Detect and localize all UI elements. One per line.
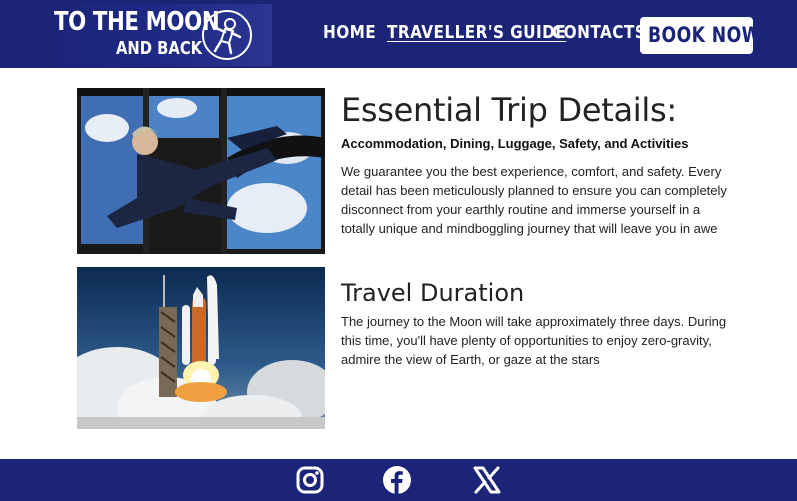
- astronaut-cupola-image: [77, 88, 325, 254]
- site-header: TO THE MOON AND BACK HOME TRAVELLER'S GU…: [0, 0, 797, 68]
- x-icon[interactable]: [472, 465, 502, 495]
- section-subtitle: Accommodation, Dining, Luggage, Safety, …: [341, 136, 689, 151]
- text-line: disconnect from your earthly routine and…: [341, 202, 701, 217]
- logo-title: TO THE MOON: [54, 7, 220, 37]
- text-line: detail has been meticulously planned to …: [341, 183, 727, 198]
- site-footer: [0, 459, 797, 501]
- text-line: The journey to the Moon will take approx…: [341, 314, 727, 329]
- section-body-travel-duration: The journey to the Moon will take approx…: [341, 312, 741, 369]
- astronaut-icon: [202, 10, 252, 60]
- instagram-icon[interactable]: [295, 465, 325, 495]
- section-title-travel-duration: Travel Duration: [341, 279, 525, 307]
- text-line: totally unique and mindboggling journey …: [341, 221, 718, 236]
- nav-travellers-guide[interactable]: TRAVELLER'S GUIDE: [387, 22, 566, 43]
- text-line: this time, you'll have plenty of opportu…: [341, 333, 712, 348]
- text-line: admire the view of Earth, or gaze at the…: [341, 352, 600, 367]
- section-title-essential-trip: Essential Trip Details:: [341, 91, 677, 129]
- nav-home[interactable]: HOME: [323, 22, 376, 43]
- facebook-icon[interactable]: [382, 465, 412, 495]
- logo-subtitle: AND BACK: [116, 38, 203, 59]
- shuttle-launch-image: [77, 267, 325, 429]
- book-now-label: BOOK NOW!: [648, 23, 770, 47]
- book-now-button[interactable]: BOOK NOW!: [640, 17, 769, 54]
- site-logo[interactable]: TO THE MOON AND BACK: [52, 4, 272, 66]
- section-body-essential-trip: We guarantee you the best experience, co…: [341, 162, 741, 238]
- nav-contacts[interactable]: CONTACTS: [552, 22, 646, 43]
- text-line: We guarantee you the best experience, co…: [341, 164, 722, 179]
